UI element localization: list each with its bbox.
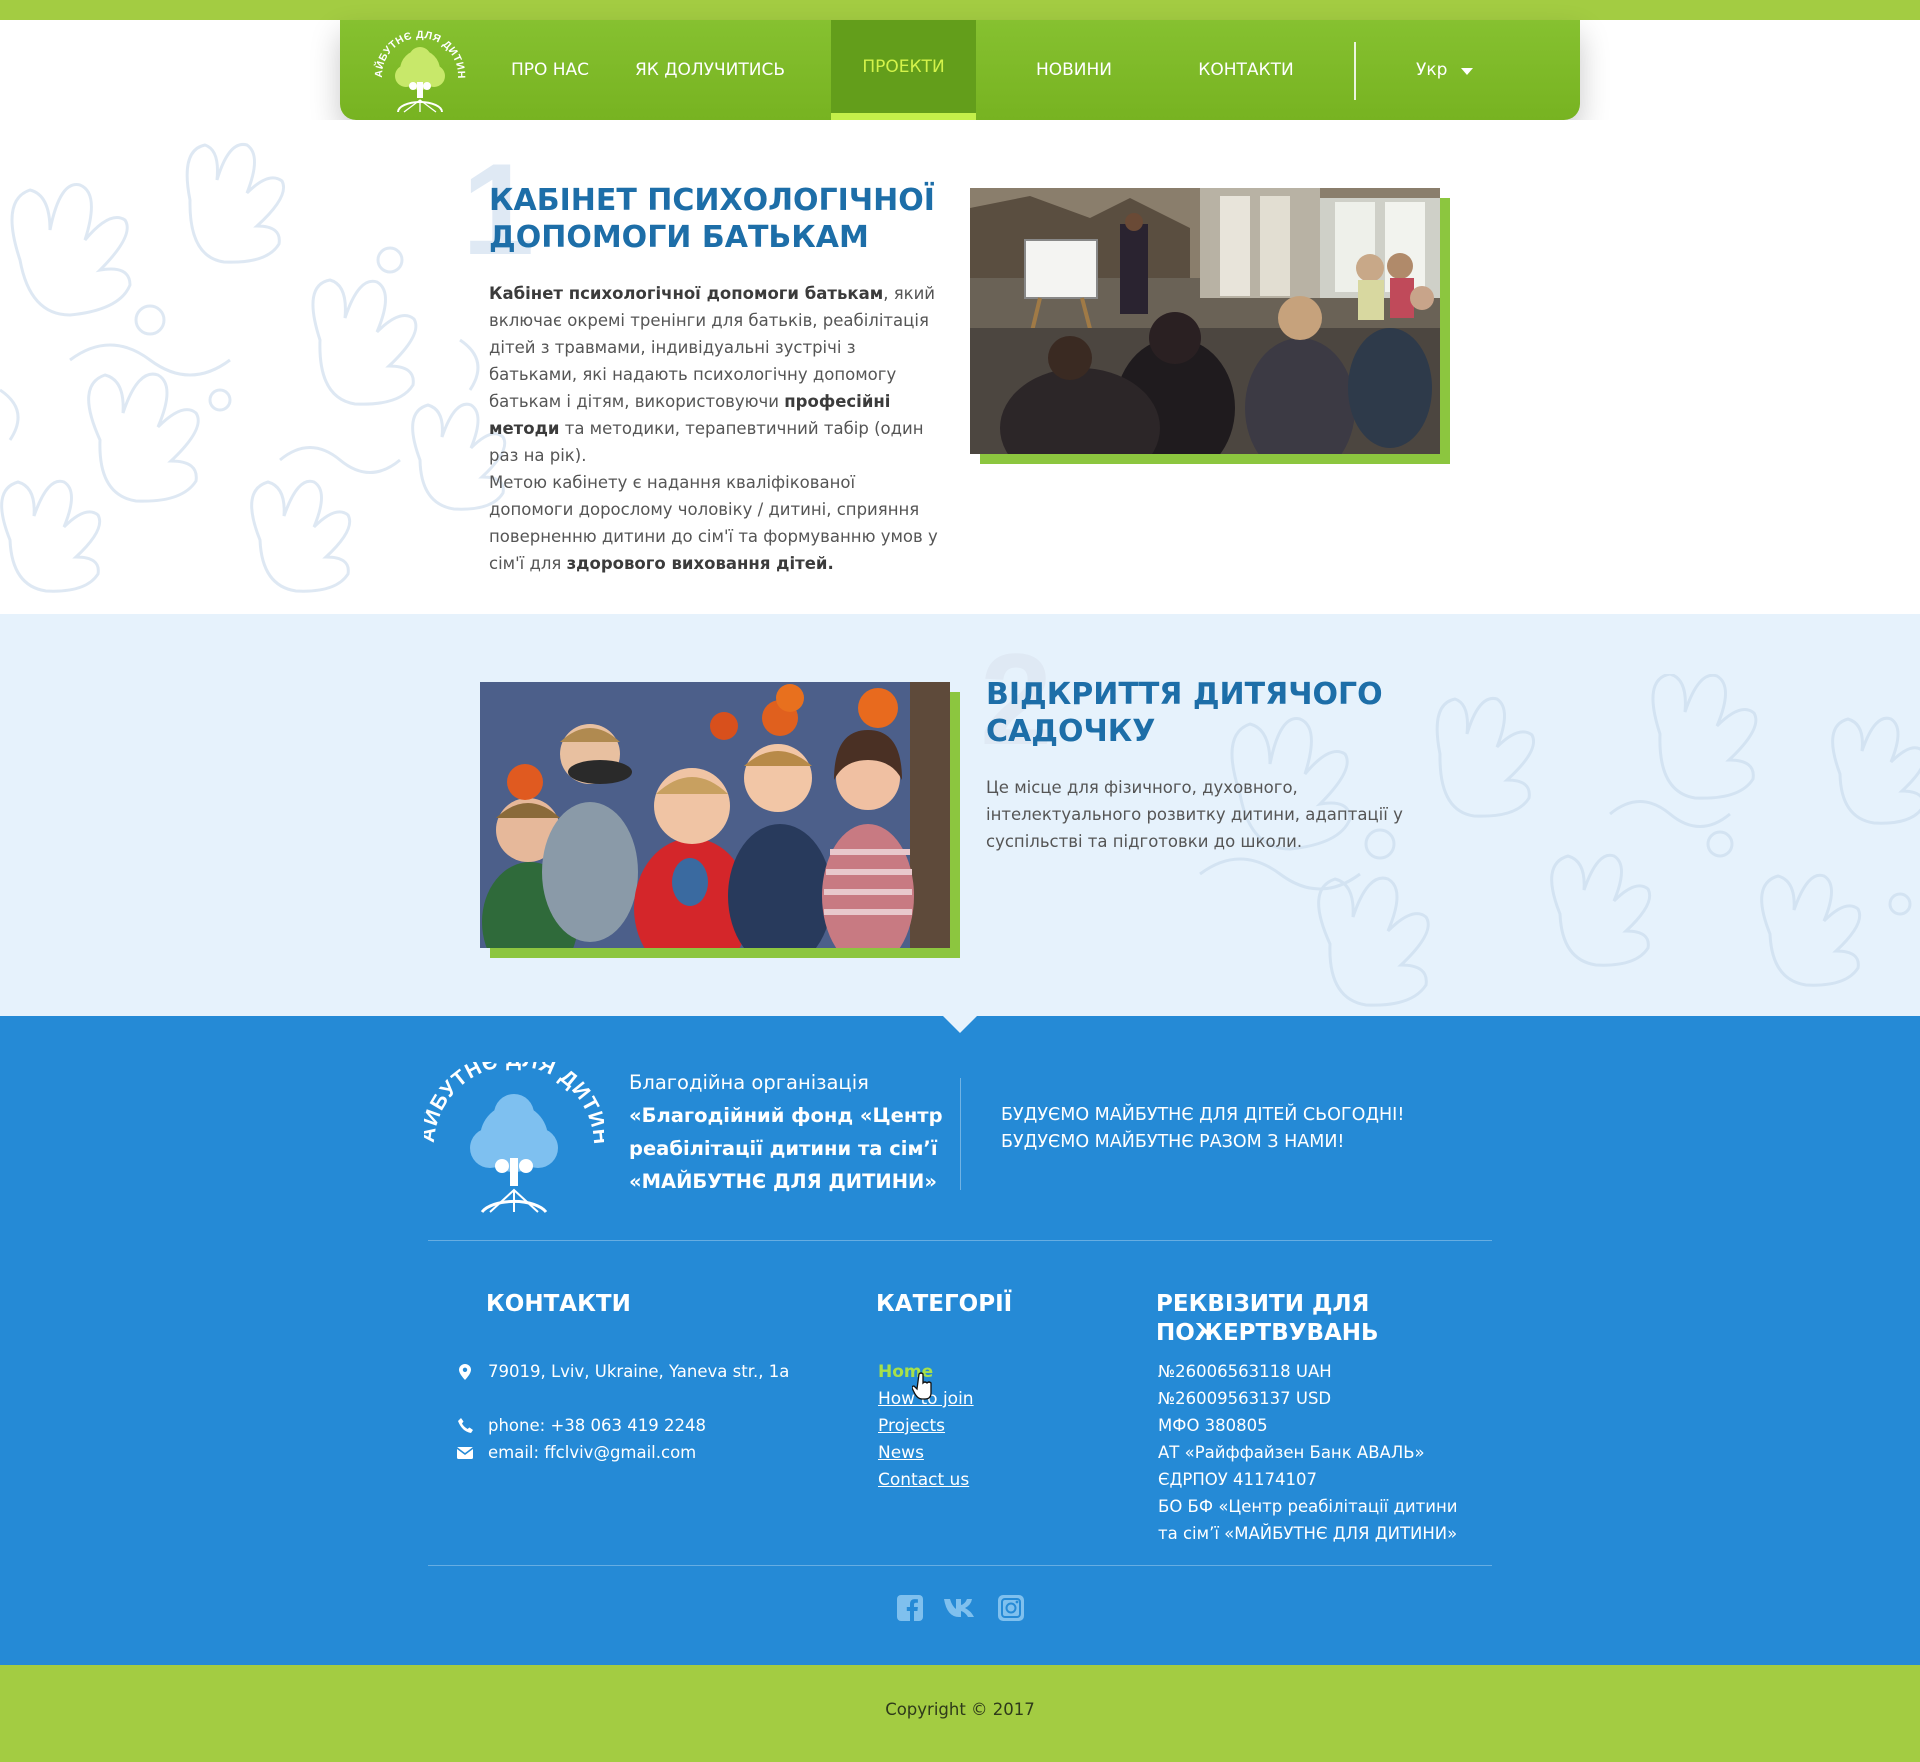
project-description: Кабінет психологічної допомоги батькам, … (489, 280, 944, 577)
envelope-icon (455, 1446, 475, 1459)
address-text: 79019, Lviv, Ukraine, Yaneva str., 1a (488, 1362, 790, 1381)
main-navigation: МАЙБУТНЄ ДЛЯ ДИТИНИ ПРО НАС ЯК ДОЛУЧИТИС… (340, 17, 1580, 120)
email-text[interactable]: email: ffclviv@gmail.com (488, 1443, 696, 1462)
footer-divider (960, 1078, 961, 1190)
nav-separator (1354, 42, 1356, 100)
bank-line: №26009563137 USD (1158, 1389, 1332, 1408)
language-label: Укр (1416, 60, 1448, 80)
text-bold: здорового виховання дітей. (566, 554, 834, 573)
project-description: Це місце для фізичного, духовного, інтел… (986, 778, 1403, 851)
footer-divider (428, 1565, 1492, 1566)
map-pin-icon (455, 1363, 475, 1380)
hands-pattern-left (0, 142, 507, 593)
categories-title: КАТЕГОРІЇ (876, 1291, 1013, 1317)
category-link-projects[interactable]: Projects (878, 1416, 945, 1436)
section-notch (943, 1016, 977, 1033)
phone-text[interactable]: phone: +38 063 419 2248 (488, 1416, 706, 1435)
org-line: «Благодійний фонд «Центр реабілітації ди… (629, 1104, 943, 1193)
slogan-line: БУДУЄМО МАЙБУТНЄ ДЛЯ ДІТЕЙ СЬОГОДНІ! (1001, 1105, 1405, 1125)
bank-line: МФО 380805 (1158, 1416, 1268, 1435)
requisites-title: РЕКВІЗИТИ ДЛЯ ПОЖЕРТВУВАНЬ (1156, 1290, 1379, 1348)
site-footer: МАЙБУТНЄ ДЛЯ ДИТИНИ Благодійна організац… (0, 1016, 1920, 1665)
bank-line: ЄДРПОУ 41174107 (1158, 1470, 1318, 1489)
project-title: ВІДКРИТТЯ ДИТЯЧОГО САДОЧКУ (986, 676, 1383, 750)
project-title-line: ДОПОМОГИ БАТЬКАМ (489, 220, 869, 255)
children-group-image (480, 682, 950, 948)
project-title-line: ВІДКРИТТЯ ДИТЯЧОГО (986, 677, 1383, 712)
hand-cursor-icon (912, 1372, 932, 1400)
organization-name: Благодійна організація «Благодійний фонд… (629, 1066, 949, 1198)
phone-icon (455, 1418, 475, 1433)
contact-address: 79019, Lviv, Ukraine, Yaneva str., 1a (455, 1362, 789, 1381)
category-link-news[interactable]: News (878, 1443, 924, 1463)
bank-line: БО БФ «Центр реабілітації дитини (1158, 1497, 1458, 1516)
nav-item-contacts[interactable]: КОНТАКТИ (1176, 20, 1316, 120)
project-title-line: КАБІНЕТ ПСИХОЛОГІЧНОЇ (489, 183, 935, 218)
project-section-1: 1 КАБІНЕТ ПСИХОЛОГІЧНОЇ ДОПОМОГИ БАТЬКАМ… (0, 120, 1920, 614)
instagram-icon[interactable] (996, 1594, 1026, 1622)
slogan-line: БУДУЄМО МАЙБУТНЄ РАЗОМ З НАМИ! (1001, 1132, 1345, 1152)
project-section-2: 2 ВІДКРИТТЯ ДИТЯЧОГО САДОЧКУ Це місце дл… (0, 614, 1920, 1016)
bank-line: №26006563118 UAH (1158, 1362, 1332, 1381)
nav-item-projects[interactable]: ПРОЕКТИ (831, 20, 976, 120)
top-accent-strip (0, 0, 1920, 20)
nav-item-news[interactable]: НОВИНИ (1004, 20, 1144, 120)
contact-email: email: ffclviv@gmail.com (455, 1443, 696, 1462)
project-title-line: САДОЧКУ (986, 714, 1156, 749)
org-line: Благодійна організація (629, 1071, 869, 1094)
slogan: БУДУЄМО МАЙБУТНЄ ДЛЯ ДІТЕЙ СЬОГОДНІ! БУД… (1001, 1102, 1404, 1156)
requisites-title-line: РЕКВІЗИТИ ДЛЯ (1156, 1291, 1370, 1317)
footer-logo[interactable]: МАЙБУТНЄ ДЛЯ ДИТИНИ (415, 1044, 611, 1222)
caret-down-icon (1461, 68, 1474, 75)
training-session-image (970, 188, 1440, 454)
contact-phone: phone: +38 063 419 2248 (455, 1416, 706, 1435)
project-title: КАБІНЕТ ПСИХОЛОГІЧНОЇ ДОПОМОГИ БАТЬКАМ (489, 182, 935, 256)
nav-item-about[interactable]: ПРО НАС (480, 20, 620, 120)
category-link-contact-us[interactable]: Contact us (878, 1470, 969, 1490)
copyright-text: Copyright © 2017 (885, 1700, 1035, 1719)
requisites-title-line: ПОЖЕРТВУВАНЬ (1156, 1320, 1379, 1346)
nav-item-how-to-join[interactable]: ЯК ДОЛУЧИТИСЬ (630, 20, 790, 120)
text-bold: Кабінет психологічної допомоги батькам (489, 284, 884, 303)
bank-line: та сім’ї «МАЙБУТНЄ ДЛЯ ДИТИНИ» (1158, 1524, 1458, 1543)
site-logo[interactable]: МАЙБУТНЄ ДЛЯ ДИТИНИ (363, 17, 472, 118)
vk-icon[interactable] (942, 1594, 978, 1622)
bank-details: №26006563118 UAH №26009563137 USD МФО 38… (1158, 1358, 1457, 1547)
facebook-icon[interactable] (895, 1594, 925, 1622)
contacts-title: КОНТАКТИ (486, 1291, 631, 1317)
language-selector[interactable]: Укр (1416, 20, 1474, 120)
bank-line: АТ «Райффайзен Банк АВАЛЬ» (1158, 1443, 1425, 1462)
footer-divider (428, 1240, 1492, 1241)
